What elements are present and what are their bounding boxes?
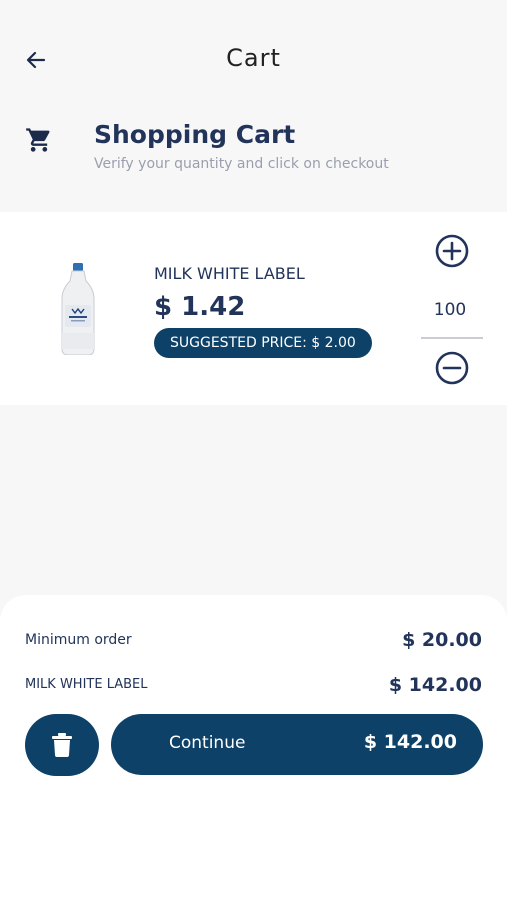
minimum-order-label: Minimum order <box>25 632 132 648</box>
cart-screen: Cart Shopping Cart Verify your quantity … <box>0 0 507 900</box>
minimum-order-value: $ 20.00 <box>402 629 482 651</box>
increase-quantity-button[interactable] <box>435 234 469 268</box>
suggested-price-badge: SUGGESTED PRICE: $ 2.00 <box>154 328 372 358</box>
section-title: Shopping Cart <box>94 120 296 149</box>
decrease-quantity-button[interactable] <box>435 351 469 385</box>
shopping-cart-icon <box>26 128 50 152</box>
cart-item-card: MILK WHITE LABEL $ 1.42 SUGGESTED PRICE:… <box>0 212 507 405</box>
summary-item-value: $ 142.00 <box>388 674 482 696</box>
section-subtitle: Verify your quantity and click on checko… <box>94 156 389 172</box>
summary-item-label: MILK WHITE LABEL <box>25 677 148 692</box>
trash-icon <box>52 733 72 757</box>
milk-bottle-image <box>61 263 95 355</box>
checkout-panel: Minimum order $ 20.00 MILK WHITE LABEL $… <box>0 595 507 900</box>
page-title: Cart <box>226 44 281 72</box>
quantity-divider <box>421 337 483 339</box>
product-price: $ 1.42 <box>154 292 246 322</box>
continue-button[interactable]: Continue $ 142.00 <box>111 714 483 775</box>
delete-cart-button[interactable] <box>25 714 99 776</box>
quantity-value[interactable]: 100 <box>420 300 480 320</box>
continue-total: $ 142.00 <box>363 731 457 753</box>
product-name: MILK WHITE LABEL <box>154 264 305 283</box>
continue-label: Continue <box>169 733 246 753</box>
